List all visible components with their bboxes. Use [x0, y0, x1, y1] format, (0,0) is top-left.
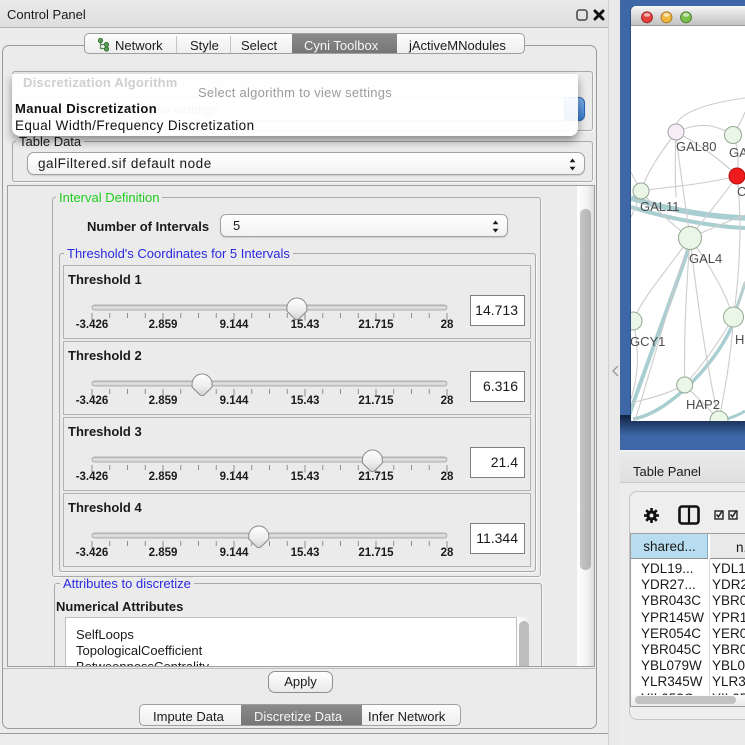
- svg-text:9.144: 9.144: [220, 395, 249, 407]
- svg-text:-3.426: -3.426: [76, 471, 109, 483]
- svg-text:-3.426: -3.426: [76, 395, 109, 407]
- svg-text:H: H: [735, 332, 744, 347]
- svg-text:HAP2: HAP2: [686, 397, 720, 412]
- svg-text:21.715: 21.715: [358, 319, 394, 331]
- svg-text:9.144: 9.144: [220, 547, 249, 559]
- svg-text:28: 28: [441, 319, 454, 331]
- svg-text:GAL11: GAL11: [640, 199, 680, 214]
- svg-text:21.715: 21.715: [358, 395, 394, 407]
- svg-text:2.859: 2.859: [149, 319, 178, 331]
- svg-text:15.43: 15.43: [291, 319, 320, 331]
- svg-text:-3.426: -3.426: [76, 547, 109, 559]
- svg-text:15.43: 15.43: [291, 471, 320, 483]
- svg-text:2.859: 2.859: [149, 395, 178, 407]
- svg-text:28: 28: [441, 547, 454, 559]
- svg-text:GA: GA: [729, 145, 745, 160]
- svg-text:15.43: 15.43: [291, 547, 320, 559]
- svg-text:GAL80: GAL80: [676, 139, 716, 154]
- svg-text:9.144: 9.144: [220, 319, 249, 331]
- svg-text:21.715: 21.715: [358, 471, 394, 483]
- svg-text:GAL4: GAL4: [689, 251, 722, 266]
- svg-text:C: C: [737, 184, 745, 199]
- svg-text:2.859: 2.859: [149, 547, 178, 559]
- svg-text:9.144: 9.144: [220, 471, 249, 483]
- svg-text:15.43: 15.43: [291, 395, 320, 407]
- svg-text:21.715: 21.715: [358, 547, 394, 559]
- svg-text:-3.426: -3.426: [76, 319, 109, 331]
- svg-text:28: 28: [441, 395, 454, 407]
- svg-text:GCY1: GCY1: [631, 334, 665, 349]
- svg-text:28: 28: [441, 471, 454, 483]
- svg-text:2.859: 2.859: [149, 471, 178, 483]
